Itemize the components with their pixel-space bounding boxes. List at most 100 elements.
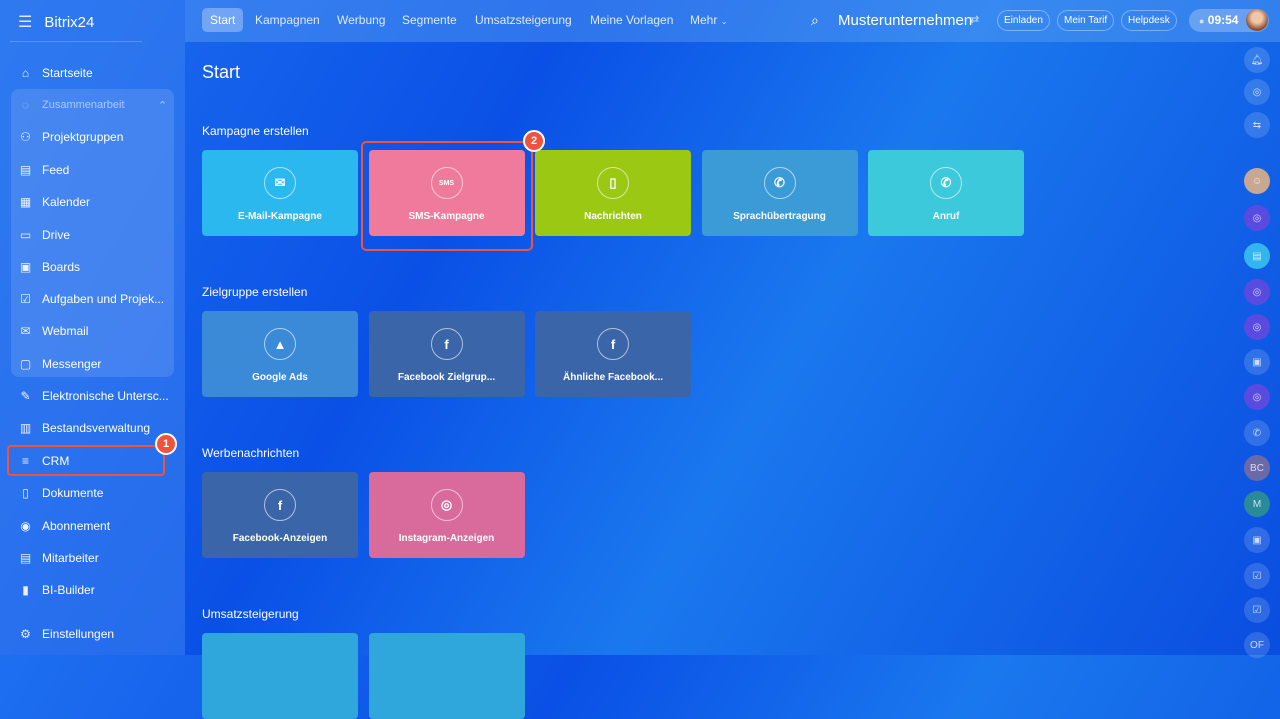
rail-contact-icon[interactable]: ▣ [1244, 527, 1270, 553]
sidebar-item-drive[interactable]: ▭ Drive [18, 225, 70, 245]
sidebar-item-label: Kalender [42, 195, 91, 209]
tab-segmente[interactable]: Segmente [394, 8, 465, 32]
search-icon[interactable]: ⌕ [811, 12, 819, 29]
sidebar-item-aufgaben-und-projek-[interactable]: ☑ Aufgaben und Projek... [18, 289, 164, 309]
step-badge-1: 1 [155, 433, 177, 455]
sms-highlight [361, 141, 533, 251]
sidebar-item-messenger[interactable]: ▢ Messenger [18, 354, 102, 374]
rail-m[interactable]: M [1244, 491, 1270, 517]
rail-initials: M [1252, 498, 1262, 510]
card-icon: f [597, 328, 629, 360]
sidebar-item-label: Startseite [42, 66, 93, 80]
rail-open-channel-icon[interactable]: ◎ [1244, 279, 1270, 305]
section-title: Umsatzsteigerung [202, 607, 299, 621]
sidebar-item-zusammenarbeit[interactable]: ◌ Zusammenarbeit ⌃ [18, 95, 167, 115]
sidebar-item-boards[interactable]: ▣ Boards [18, 257, 80, 277]
menu-icon[interactable]: ☰ [18, 12, 32, 32]
sidebar-item-bestandsverwaltung[interactable]: ▥ Bestandsverwaltung [18, 418, 150, 438]
invite-button[interactable]: Einladen [997, 10, 1050, 31]
tab-meine-vorlagen[interactable]: Meine Vorlagen [582, 8, 681, 32]
card-item[interactable] [368, 633, 525, 719]
rail-pulse-icon[interactable]: ◎ [1244, 79, 1270, 105]
sidebar-item-label: Zusammenarbeit [42, 99, 125, 111]
tab-label: Meine Vorlagen [590, 13, 674, 27]
sidebar-item-mitarbeiter[interactable]: ▤ Mitarbeiter [18, 548, 99, 568]
rail-task-icon[interactable]: ☑ [1244, 563, 1270, 589]
card-icon: f [264, 489, 296, 521]
section-title: Zielgruppe erstellen [202, 285, 308, 299]
documents-icon: ▯ [22, 486, 29, 500]
rail-contact-icon[interactable]: ▣ [1244, 349, 1270, 375]
sidebar-item-kalender[interactable]: ▦ Kalender [18, 192, 90, 212]
tab-label: Mehr [690, 13, 718, 27]
sidebar-item-elektronische-untersc-[interactable]: ✎ Elektronische Untersc... [18, 386, 169, 406]
rail-bc[interactable]: BC [1244, 455, 1270, 481]
chevron-down-icon: ⌄ [720, 17, 728, 26]
calendar-icon: ▦ [19, 195, 32, 209]
logo: ☰ Bitrix24 [18, 12, 94, 32]
mail-icon: ✉ [20, 324, 31, 338]
sidebar-item-webmail[interactable]: ✉ Webmail [18, 321, 88, 341]
sidebar-item-projektgruppen[interactable]: ⚇ Projektgruppen [18, 127, 123, 147]
time-text: 09:54 [1207, 13, 1239, 27]
sidebar-item-label: Drive [42, 228, 71, 242]
rail-open-channel-icon[interactable]: ◎ [1244, 384, 1270, 410]
card-item[interactable] [202, 633, 358, 719]
card-icon: ✆ [930, 167, 962, 199]
card-icon: f [430, 328, 463, 360]
rail-phone-icon[interactable]: ✆ [1244, 420, 1270, 446]
card-nachrichten[interactable]: ▯ Nachrichten [535, 150, 691, 236]
card-facebook-zielgrup-[interactable]: f Facebook Zielgrup... [368, 311, 525, 397]
tab-label: Umsatzsteigerung [475, 13, 572, 27]
card-anruf[interactable]: ✆ Anruf [868, 150, 1024, 236]
sidebar-item-dokumente[interactable]: ▯ Dokumente [18, 483, 103, 503]
card--hnliche-facebook-[interactable]: f Ähnliche Facebook... [535, 311, 691, 397]
tab-label: Werbung [337, 13, 386, 27]
card-label: Ähnliche Facebook... [562, 372, 664, 383]
card-facebook-anzeigen[interactable]: f Facebook-Anzeigen [202, 472, 358, 558]
card-label: Facebook Zielgrup... [397, 372, 496, 383]
sidebar-item-bi-builder[interactable]: ▮ BI-Builder [18, 580, 95, 600]
tariff-button[interactable]: Mein Tarif [1057, 10, 1115, 31]
collab-icon: ◌ [21, 98, 30, 112]
rail-of[interactable]: OF [1244, 632, 1270, 658]
card-google-ads[interactable]: ▲ Google Ads [202, 311, 358, 397]
sidebar-item-abonnement[interactable]: ◉ Abonnement [18, 516, 110, 536]
helpdesk-button[interactable]: Helpdesk [1121, 10, 1177, 31]
company-name[interactable]: Musterunternehmen [838, 12, 972, 29]
user-avatar[interactable] [1246, 9, 1268, 31]
tab-umsatzsteigerung[interactable]: Umsatzsteigerung [467, 8, 580, 32]
sidebar-item-label: Aufgaben und Projek... [42, 292, 165, 306]
card-instagram-anzeigen[interactable]: ◎ Instagram-Anzeigen [368, 472, 525, 558]
tab-label: Start [210, 13, 236, 27]
rail-open-channel-icon[interactable]: ◎ [1244, 314, 1270, 340]
rail-initials: OF [1250, 639, 1264, 651]
rail-task-icon[interactable]: ☑ [1244, 597, 1270, 623]
rail-open-channel-icon[interactable]: ◎ [1244, 205, 1270, 231]
page-title: Start [202, 62, 241, 82]
tab-kampagnen[interactable]: Kampagnen [247, 8, 328, 32]
card-icon: ◎ [430, 489, 463, 521]
sidebar-item-label: Elektronische Untersc... [42, 389, 169, 403]
sidebar-item-label: Einstellungen [42, 627, 115, 641]
tab-werbung[interactable]: Werbung [329, 8, 393, 32]
logo-text: Bitrix24 [44, 13, 95, 31]
rail-chat-icon[interactable]: ▤ [1244, 243, 1270, 269]
rail-sync-icon[interactable]: ⇆ [1244, 112, 1270, 138]
card-icon: ✉ [264, 167, 296, 199]
rail-avatar-icon[interactable]: ☺ [1244, 168, 1270, 194]
tab-mehr[interactable]: Mehr ⌄ [682, 8, 735, 32]
feed-icon: ▤ [19, 163, 32, 177]
card-e-mail-kampagne[interactable]: ✉ E-Mail-Kampagne [202, 150, 358, 236]
card-sprach-bertragung[interactable]: ✆ Sprachübertragung [701, 150, 858, 236]
sidebar-item-startseite[interactable]: ⌂ Startseite [18, 63, 93, 83]
rail-bell-icon[interactable]: 🔔︎ [1244, 47, 1270, 73]
settings-sliders-icon[interactable]: ⇄ [970, 13, 979, 26]
sidebar-item-feed[interactable]: ▤ Feed [18, 160, 70, 180]
crm-highlight [7, 445, 165, 476]
sidebar-item-einstellungen[interactable]: ⚙ Einstellungen [18, 624, 114, 644]
card-icon: ✆ [763, 167, 796, 199]
tab-start[interactable]: Start [202, 8, 244, 32]
chevron-up-icon[interactable]: ⌃ [158, 99, 167, 112]
card-label: Facebook-Anzeigen [232, 533, 328, 544]
